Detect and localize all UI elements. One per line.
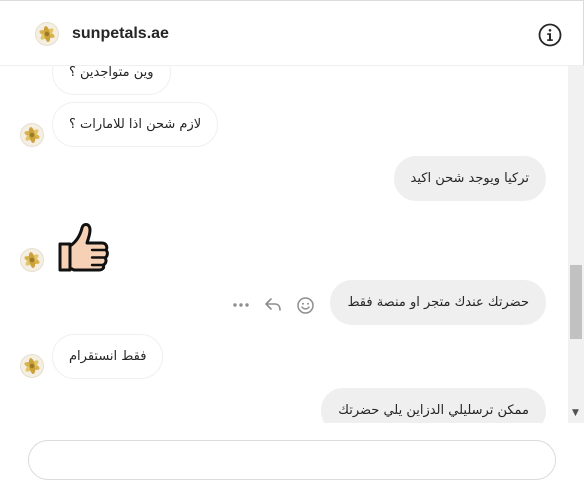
message-bubble-incoming[interactable]: لازم شحن اذا للامارات ؟ — [52, 102, 219, 147]
flower-logo-icon — [39, 26, 55, 42]
reply-icon[interactable] — [263, 295, 283, 315]
sender-avatar[interactable] — [20, 354, 44, 378]
chat-header: sunpetals.ae — [0, 0, 584, 66]
flower-logo-icon — [24, 127, 40, 143]
scroll-thumb[interactable] — [570, 265, 582, 339]
message-text: وين متواجدين ؟ — [69, 66, 154, 80]
more-icon[interactable] — [232, 299, 250, 311]
message-composer[interactable] — [28, 440, 556, 480]
message-text: لازم شحن اذا للامارات ؟ — [69, 117, 202, 132]
message-text: حضرتك عندك متجر او منصة فقط — [347, 295, 529, 310]
info-icon[interactable] — [537, 22, 563, 48]
message-bubble-outgoing[interactable]: تركيا ويوجد شحن اكيد — [393, 156, 546, 201]
thread-scrollbar[interactable]: ▼ — [568, 66, 584, 423]
sender-avatar[interactable] — [20, 123, 44, 147]
message-bubble-incoming[interactable]: فقط انستقرام — [52, 334, 164, 379]
profile-avatar[interactable] — [35, 22, 59, 46]
flower-logo-icon — [24, 358, 40, 374]
react-icon[interactable] — [296, 296, 315, 315]
sender-avatar[interactable] — [20, 248, 44, 272]
message-actions — [232, 295, 318, 315]
flower-logo-icon — [24, 252, 40, 268]
message-text: تركيا ويوجد شحن اكيد — [410, 171, 529, 186]
thumbs-up-icon[interactable] — [56, 220, 110, 274]
message-bubble-outgoing[interactable]: ممكن ترسليلي الدزاين يلي حضرتك — [321, 388, 546, 423]
message-text: ممكن ترسليلي الدزاين يلي حضرتك — [338, 403, 529, 418]
chat-title[interactable]: sunpetals.ae — [72, 25, 169, 43]
message-bubble-incoming[interactable]: وين متواجدين ؟ — [52, 66, 171, 95]
message-text: فقط انستقرام — [69, 349, 147, 364]
message-thread[interactable]: وين متواجدين ؟ لازم شحن اذا للامارات ؟ ت… — [0, 66, 568, 423]
message-bubble-outgoing[interactable]: حضرتك عندك متجر او منصة فقط — [330, 280, 546, 325]
scroll-down-arrow-icon[interactable]: ▼ — [572, 409, 579, 418]
